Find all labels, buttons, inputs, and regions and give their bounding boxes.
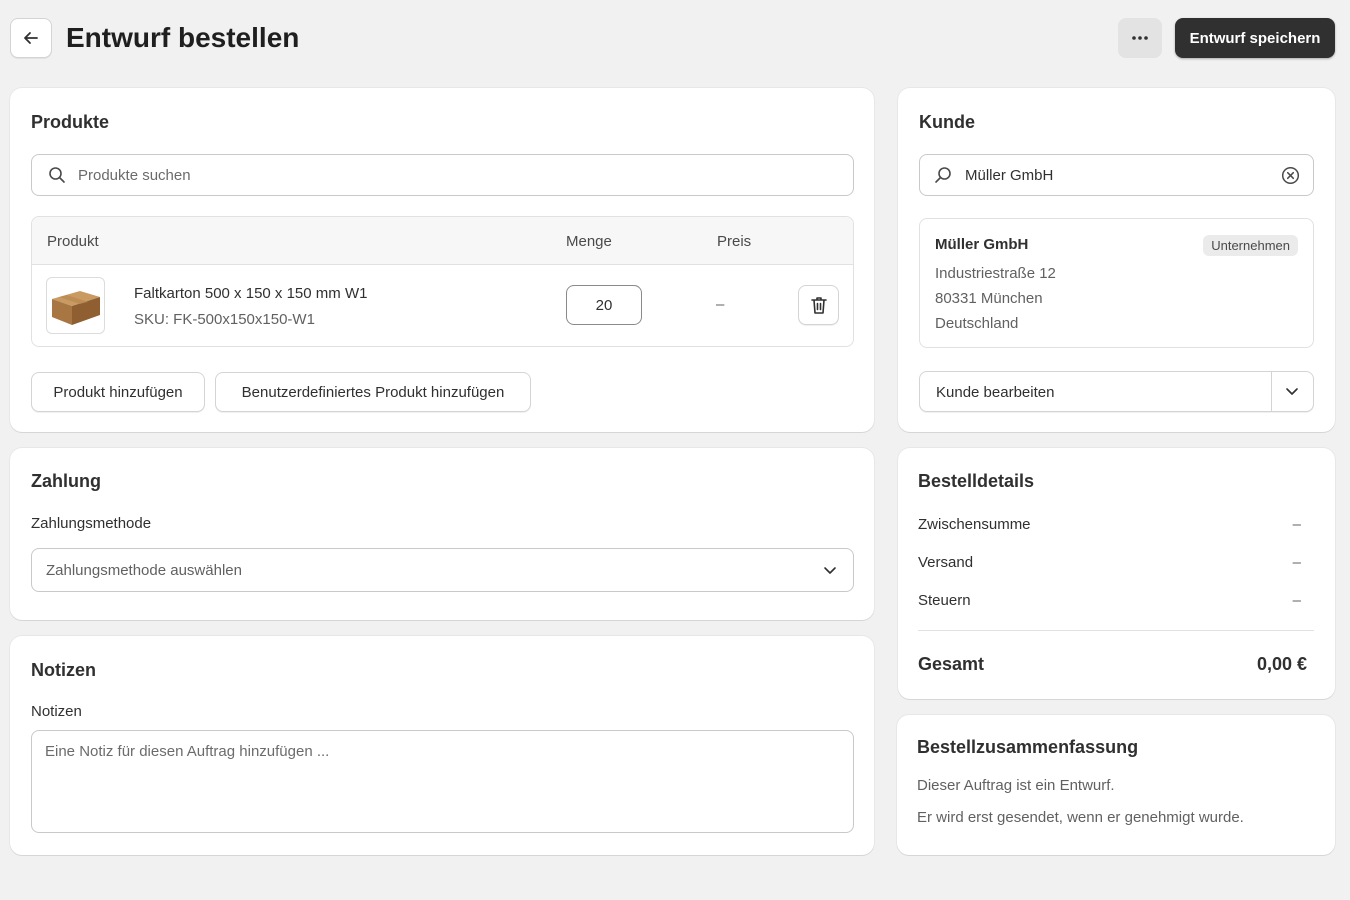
shipping-value: –	[1292, 554, 1301, 571]
search-icon	[48, 166, 66, 184]
products-title: Produkte	[31, 112, 110, 132]
table-row: Faltkarton 500 x 150 x 150 mm W1 SKU: FK…	[32, 265, 853, 346]
address-line-country: Deutschland	[935, 315, 1019, 332]
product-sku: SKU: FK-500x150x150-W1	[134, 311, 315, 328]
taxes-label: Steuern	[918, 592, 971, 609]
add-product-label: Produkt hinzufügen	[53, 383, 183, 401]
notes-field-label: Notizen	[31, 703, 82, 720]
customer-name: Müller GmbH	[935, 236, 1029, 253]
product-search-placeholder: Produkte suchen	[78, 166, 191, 184]
order-summary-card: Bestellzusammenfassung Dieser Auftrag is…	[897, 715, 1335, 855]
delete-product-button[interactable]	[798, 285, 839, 325]
subtotal-label: Zwischensumme	[918, 516, 1031, 533]
customer-search-value: Müller GmbH	[965, 166, 1054, 184]
notes-card: Notizen Notizen Eine Notiz für diesen Au…	[10, 636, 874, 855]
summary-line-draft: Dieser Auftrag ist ein Entwurf.	[917, 777, 1115, 794]
customer-card: Kunde Müller GmbH Müller GmbH Unternehme…	[898, 88, 1335, 432]
quantity-input[interactable]: 20	[566, 285, 642, 325]
search-icon	[934, 166, 952, 184]
products-table-header: Produkt Menge Preis	[32, 217, 853, 265]
divider	[918, 630, 1314, 631]
shipping-label: Versand	[918, 554, 974, 571]
address-line-street: Industriestraße 12	[935, 265, 1056, 282]
payment-title: Zahlung	[31, 471, 101, 491]
divider	[1271, 372, 1272, 411]
order-summary-title: Bestellzusammenfassung	[917, 737, 1139, 757]
total-value: 0,00 €	[1256, 654, 1307, 674]
notes-placeholder: Eine Notiz für diesen Auftrag hinzufügen…	[45, 743, 330, 760]
payment-method-label: Zahlungsmethode	[31, 515, 152, 532]
payment-method-placeholder: Zahlungsmethode auswählen	[46, 561, 242, 579]
more-actions-button[interactable]	[1118, 18, 1162, 58]
add-product-button[interactable]: Produkt hinzufügen	[31, 372, 205, 412]
products-table: Produkt Menge Preis Faltkarton 500 x 150…	[31, 216, 854, 347]
save-draft-label: Entwurf speichern	[1189, 29, 1321, 47]
cardboard-box-icon	[50, 285, 102, 327]
order-details-title: Bestelldetails	[918, 471, 1035, 491]
column-header-price: Preis	[717, 233, 752, 250]
notes-textarea[interactable]: Eine Notiz für diesen Auftrag hinzufügen…	[31, 730, 854, 833]
taxes-value: –	[1292, 592, 1301, 609]
column-header-quantity: Menge	[566, 233, 612, 250]
product-search-input[interactable]: Produkte suchen	[31, 154, 854, 196]
page-title: Entwurf bestellen	[66, 22, 300, 53]
edit-customer-button[interactable]: Kunde bearbeiten	[919, 371, 1314, 412]
add-custom-product-button[interactable]: Benutzerdefiniertes Produkt hinzufügen	[215, 372, 531, 412]
customer-title: Kunde	[919, 112, 975, 132]
order-details-card: Bestelldetails Zwischensumme – Versand –…	[898, 448, 1335, 699]
customer-type-badge: Unternehmen	[1203, 235, 1298, 256]
quantity-value: 20	[595, 296, 613, 314]
more-horizontal-icon	[1131, 35, 1149, 41]
payment-method-select[interactable]: Zahlungsmethode auswählen	[31, 548, 854, 592]
customer-info-box: Müller GmbH Unternehmen Industriestraße …	[919, 218, 1314, 348]
subtotal-value: –	[1292, 516, 1301, 533]
product-thumbnail	[46, 277, 105, 334]
trash-icon	[810, 295, 828, 315]
products-card: Produkte Produkte suchen Produkt Menge P…	[10, 88, 874, 432]
summary-line-approval: Er wird erst gesendet, wenn er genehmigt…	[917, 809, 1244, 826]
column-header-product: Produkt	[47, 233, 99, 250]
chevron-down-icon	[823, 565, 837, 575]
clear-circle-icon[interactable]	[1281, 166, 1300, 185]
product-name[interactable]: Faltkarton 500 x 150 x 150 mm W1	[134, 285, 367, 302]
arrow-left-icon	[22, 29, 40, 47]
back-button[interactable]	[10, 18, 52, 58]
address-line-city: 80331 München	[935, 290, 1043, 307]
chevron-down-icon[interactable]	[1285, 386, 1299, 396]
total-label: Gesamt	[918, 654, 985, 674]
save-draft-button[interactable]: Entwurf speichern	[1175, 18, 1335, 58]
payment-card: Zahlung Zahlungsmethode Zahlungsmethode …	[10, 448, 874, 620]
product-price: –	[716, 296, 725, 313]
notes-title: Notizen	[31, 660, 96, 680]
edit-customer-label: Kunde bearbeiten	[936, 384, 1055, 401]
add-custom-product-label: Benutzerdefiniertes Produkt hinzufügen	[241, 383, 505, 401]
customer-search-input[interactable]: Müller GmbH	[919, 154, 1314, 196]
